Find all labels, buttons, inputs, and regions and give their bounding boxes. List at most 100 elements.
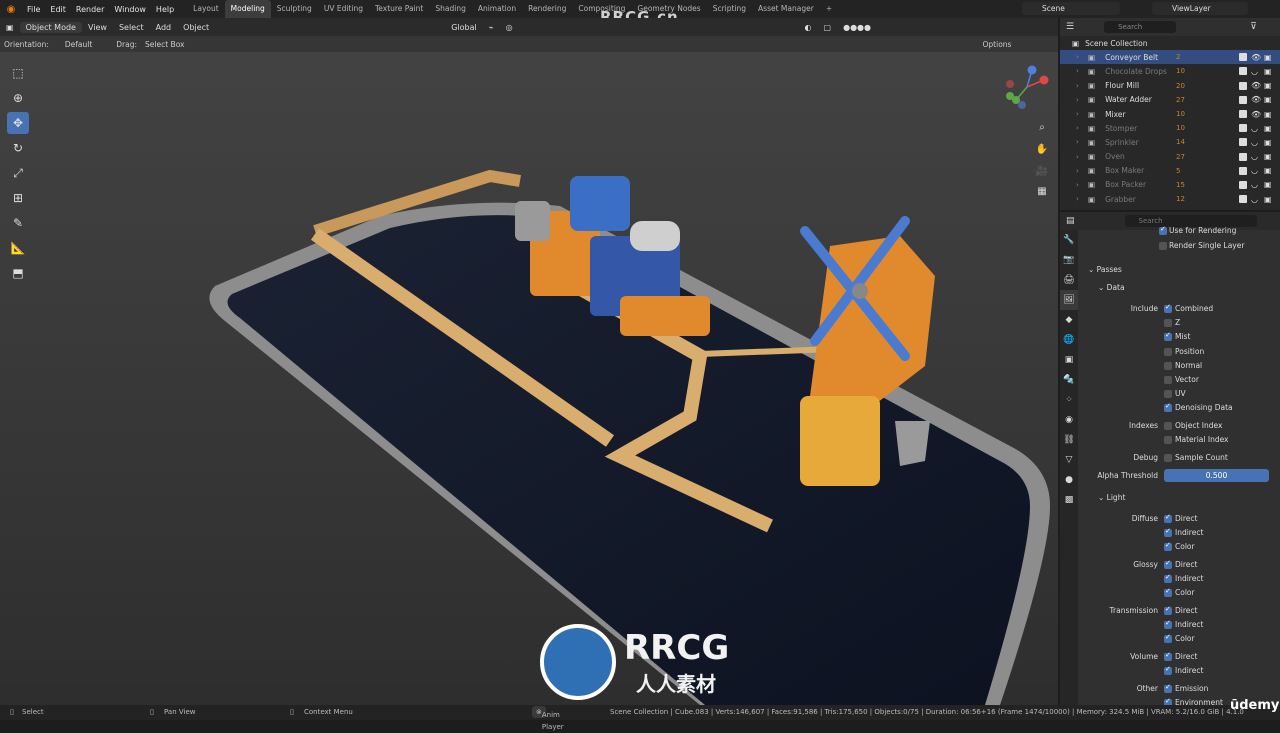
outliner-search[interactable]: Search [1104,21,1177,33]
filter-icon[interactable]: ⊽ [1250,22,1257,32]
exclude-checkbox[interactable] [1239,195,1247,204]
outliner-item[interactable]: › ▣ Mixer 10 👁 ▣ [1060,107,1280,121]
menu-help[interactable]: Help [151,5,179,14]
cursor-icon[interactable]: ⊕ [7,87,29,109]
pass-material-index-checkbox[interactable] [1164,436,1172,445]
pass-combined-checkbox[interactable] [1164,303,1172,313]
exclude-checkbox[interactable] [1239,81,1247,90]
move-icon[interactable]: ✥ [7,112,29,134]
tab-shading[interactable]: Shading [429,0,471,18]
pass-denoising-data-checkbox[interactable] [1164,402,1172,413]
proportional-edit-icon[interactable]: ◎ [500,23,519,32]
menu-view[interactable]: View [82,23,113,32]
perspective-grid-icon[interactable]: ▦ [1034,184,1050,200]
object-tab-icon[interactable]: ▣ [1060,350,1078,370]
eye-closed-icon[interactable]: ◡ [1251,138,1258,147]
render-camera-icon[interactable]: ▣ [1264,95,1272,104]
pass-normal-checkbox[interactable] [1164,361,1172,370]
camera-view-icon[interactable]: 🎥 [1034,164,1050,180]
pass-object-index-checkbox[interactable] [1164,422,1172,430]
sample-count-checkbox[interactable] [1164,454,1172,462]
other-emission-checkbox[interactable] [1164,683,1172,693]
render-tab-icon[interactable]: 📷 [1060,250,1078,270]
expand-arrow-icon[interactable]: › [1076,53,1086,61]
eye-icon[interactable]: 👁 [1251,53,1261,62]
exclude-checkbox[interactable] [1239,53,1247,62]
expand-arrow-icon[interactable]: › [1076,96,1086,104]
expand-arrow-icon[interactable]: › [1076,82,1086,90]
outliner-item[interactable]: › ▣ Sprinkler 14 ◡ ▣ [1060,135,1280,149]
mode-dropdown[interactable]: Object Mode [19,21,82,33]
tab-animation[interactable]: Animation [472,0,522,18]
outliner-item[interactable]: › ▣ Grabber 12 ◡ ▣ [1060,192,1280,206]
exclude-checkbox[interactable] [1239,180,1247,189]
exclude-checkbox[interactable] [1239,110,1247,119]
volume-direct-checkbox[interactable] [1164,651,1172,661]
tab-texture-paint[interactable]: Texture Paint [369,0,429,18]
alpha-threshold-slider[interactable]: 0.500 [1164,469,1269,482]
eye-icon[interactable]: 👁 [1251,95,1261,104]
eye-closed-icon[interactable]: ◡ [1251,166,1258,175]
tab-uv-editing[interactable]: UV Editing [318,0,369,18]
eye-icon[interactable]: 👁 [1251,81,1261,90]
passes-panel-header[interactable]: ⌄ Passes [1088,265,1122,274]
xray-icon[interactable]: ▢ [818,23,838,32]
menu-add[interactable]: Add [150,23,178,32]
transmission-indirect-checkbox[interactable] [1164,619,1172,630]
scene-tab-icon[interactable]: ◆ [1060,310,1078,330]
menu-object[interactable]: Object [177,23,215,32]
blender-logo-icon[interactable]: ◉ [0,4,22,15]
glossy-indirect-checkbox[interactable] [1164,573,1172,584]
tab-layout[interactable]: Layout [187,0,225,18]
render-camera-icon[interactable]: ▣ [1264,67,1272,76]
expand-arrow-icon[interactable]: › [1076,153,1086,161]
menu-render[interactable]: Render [71,5,109,14]
outliner-item[interactable]: › ▣ Box Packer 15 ◡ ▣ [1060,178,1280,192]
eye-closed-icon[interactable]: ◡ [1251,67,1258,76]
render-camera-icon[interactable]: ▣ [1264,53,1272,62]
world-tab-icon[interactable]: 🌐 [1060,330,1078,350]
output-tab-icon[interactable]: 🖨 [1060,270,1078,290]
expand-arrow-icon[interactable]: › [1076,181,1086,189]
render-camera-icon[interactable]: ▣ [1264,180,1272,189]
select-box-icon[interactable]: ⬚ [7,62,29,84]
render-camera-icon[interactable]: ▣ [1264,138,1272,147]
pass-mist-checkbox[interactable] [1164,331,1172,342]
render-camera-icon[interactable]: ▣ [1264,195,1272,204]
render-single-layer-checkbox[interactable] [1159,242,1167,250]
expand-arrow-icon[interactable]: › [1076,138,1086,146]
transmission-direct-checkbox[interactable] [1164,605,1172,615]
shading-modes-icon[interactable]: ●●●● [837,23,877,32]
eye-closed-icon[interactable]: ◡ [1251,124,1258,133]
view-layer-selector[interactable]: ViewLayer [1152,2,1248,15]
menu-edit[interactable]: Edit [45,5,71,14]
diffuse-indirect-checkbox[interactable] [1164,527,1172,538]
outliner-editor-icon[interactable]: ☰ [1066,22,1074,32]
snap-icon[interactable]: ⌁ [483,23,500,32]
transform-orientation-dropdown[interactable]: Global [445,23,483,32]
editor-type-icon[interactable]: ▣ [0,23,20,32]
glossy-direct-checkbox[interactable] [1164,559,1172,569]
add-cube-icon[interactable]: ⬒ [7,262,29,284]
exclude-checkbox[interactable] [1239,67,1247,76]
tab-sculpting[interactable]: Sculpting [271,0,318,18]
tab-modeling[interactable]: Modeling [224,0,271,18]
expand-arrow-icon[interactable]: › [1076,124,1086,132]
expand-arrow-icon[interactable]: › [1076,195,1086,203]
rotate-icon[interactable]: ↻ [7,137,29,159]
render-camera-icon[interactable]: ▣ [1264,124,1272,133]
use-for-rendering-checkbox[interactable] [1159,225,1167,235]
exclude-checkbox[interactable] [1239,152,1247,161]
pass-vector-checkbox[interactable] [1164,376,1172,384]
expand-arrow-icon[interactable]: › [1076,167,1086,175]
exclude-checkbox[interactable] [1239,124,1247,133]
pass-position-checkbox[interactable] [1164,347,1172,356]
outliner-item[interactable]: › ▣ Water Adder 27 👁 ▣ [1060,93,1280,107]
tool-tab-icon[interactable]: 🔧 [1060,230,1078,250]
transform-icon[interactable]: ⊞ [7,187,29,209]
diffuse-color-checkbox[interactable] [1164,541,1172,552]
exclude-checkbox[interactable] [1239,166,1247,175]
eye-closed-icon[interactable]: ◡ [1251,152,1258,161]
pan-hand-icon[interactable]: ✋ [1034,142,1050,158]
overlays-icon[interactable]: ◐ [799,23,818,32]
